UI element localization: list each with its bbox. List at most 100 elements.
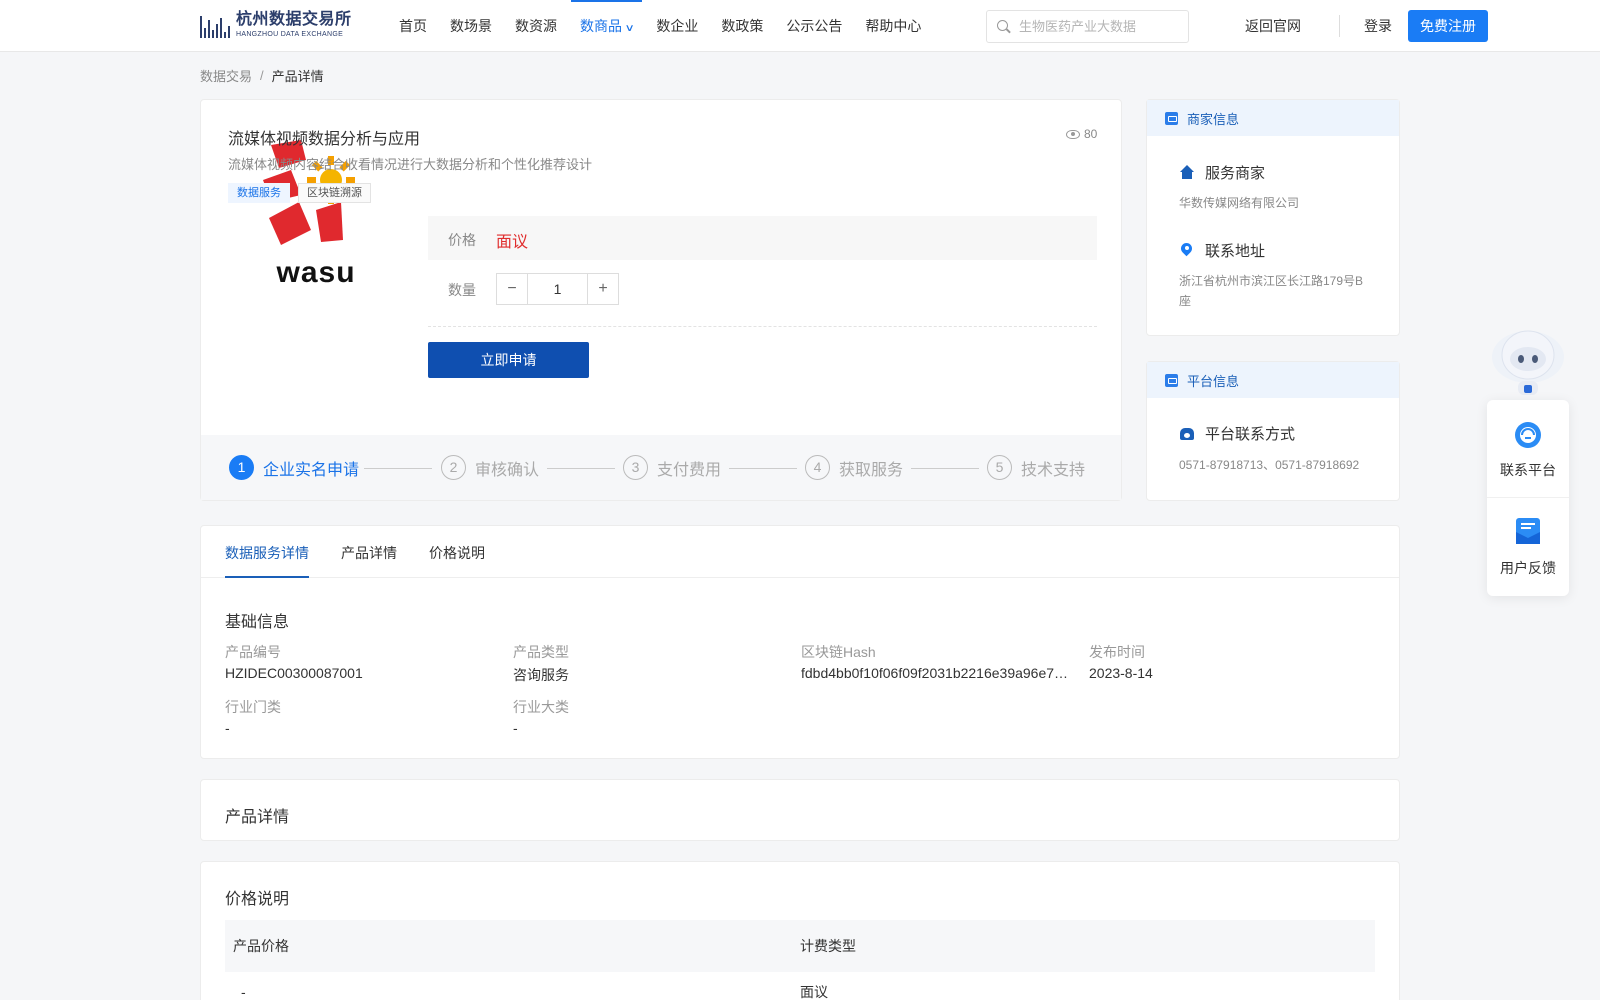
platform-card: 平台信息 平台联系方式 0571-87918713、0571-87918692: [1146, 361, 1400, 501]
nav-item-home[interactable]: 首页: [390, 0, 436, 52]
step-connector: [547, 468, 615, 469]
feedback-icon: [1516, 518, 1540, 544]
tab-data-service-detail[interactable]: 数据服务详情: [225, 543, 309, 578]
platform-icon: [1165, 373, 1178, 387]
step-label: 审核确认: [475, 461, 540, 479]
phone-icon: [1179, 426, 1195, 442]
price-value: 面议: [496, 234, 529, 251]
nav-item-resources[interactable]: 数资源: [506, 0, 566, 52]
info-value: -: [225, 720, 230, 736]
price-table: 产品价格 计费类型 - 面议: [225, 920, 1375, 1000]
merchant-card-header: 商家信息: [1147, 100, 1399, 136]
back-to-site-link[interactable]: 返回官网: [1245, 0, 1301, 52]
view-count-value: 80: [1084, 127, 1098, 141]
step-4: 4 获取服务: [805, 455, 903, 480]
contact-platform-label: 联系平台: [1500, 462, 1556, 478]
info-blockchain-hash: 区块链Hash fdbd4bb0f10f06f09f2031b2216e39a9…: [801, 644, 1071, 681]
info-value: fdbd4bb0f10f06f09f2031b2216e39a96e7a…: [801, 665, 1071, 681]
contact-platform-button[interactable]: 联系平台: [1487, 400, 1569, 498]
info-product-type: 产品类型 咨询服务: [513, 644, 783, 685]
chevron-down-icon: ∨: [624, 23, 635, 34]
shop-icon: [1165, 111, 1178, 125]
increase-button[interactable]: +: [587, 274, 618, 304]
platform-contact-heading: 平台联系方式: [1179, 423, 1295, 444]
breadcrumb-parent[interactable]: 数据交易: [200, 66, 252, 85]
info-industry-major: 行业大类 -: [513, 699, 783, 736]
detail-tabs: 数据服务详情 产品详情 价格说明: [201, 526, 1399, 578]
logo-name: 杭州数据交易所: [236, 11, 352, 28]
tag-data-service: 数据服务: [228, 183, 290, 203]
merchant-card-title: 商家信息: [1187, 111, 1240, 127]
logo-subtitle: HANGZHOU DATA EXCHANGE: [236, 31, 344, 38]
step-connector: [911, 468, 979, 469]
nav-item-products-label: 数商品: [580, 18, 622, 34]
product-title: 流媒体视频数据分析与应用: [228, 131, 421, 148]
nav-item-help[interactable]: 帮助中心: [856, 0, 930, 52]
price-info-title: 价格说明: [225, 891, 290, 908]
product-detail-card: 产品详情: [200, 779, 1400, 841]
info-key: 产品类型: [513, 644, 569, 660]
platform-contact-label: 平台联系方式: [1205, 426, 1296, 443]
table-cell: 面议: [800, 984, 828, 1000]
site-logo[interactable]: 杭州数据交易所 HANGZHOU DATA EXCHANGE: [200, 10, 362, 40]
nav-item-policies[interactable]: 数政策: [712, 0, 772, 52]
user-feedback-button[interactable]: 用户反馈: [1487, 498, 1569, 596]
login-link[interactable]: 登录: [1364, 0, 1392, 52]
quantity-input[interactable]: [528, 274, 587, 304]
service-merchant-heading: 服务商家: [1179, 162, 1265, 183]
address-value: 浙江省杭州市滨江区长江路179号B座: [1179, 274, 1364, 308]
info-key: 行业门类: [225, 699, 281, 715]
price-table-header: 产品价格 计费类型: [225, 920, 1375, 972]
step-3: 3 支付费用: [623, 455, 721, 480]
address-label: 联系地址: [1205, 243, 1266, 260]
search-input[interactable]: [1019, 19, 1179, 34]
step-number: 5: [987, 455, 1012, 480]
divider: [428, 326, 1097, 327]
logo-bars-icon: [200, 12, 230, 38]
platform-card-title: 平台信息: [1187, 373, 1240, 389]
step-connector: [364, 468, 432, 469]
address-heading: 联系地址: [1179, 240, 1265, 261]
step-label: 获取服务: [839, 461, 904, 479]
info-value: 咨询服务: [513, 667, 569, 683]
table-row: - 面议: [225, 972, 1375, 1000]
decrease-button[interactable]: −: [497, 274, 528, 304]
merchant-card: 商家信息 服务商家 华数传媒网络有限公司 联系地址 浙江省杭州市滨江区长江路17…: [1146, 99, 1400, 336]
home-icon: [1179, 164, 1195, 181]
register-button[interactable]: 免费注册: [1408, 10, 1488, 42]
service-merchant-label: 服务商家: [1205, 165, 1266, 182]
quantity-stepper: − +: [496, 273, 619, 305]
step-number: 4: [805, 455, 830, 480]
product-description: 流媒体视频内容结合收看情况进行大数据分析和个性化推荐设计: [228, 157, 593, 172]
info-publish-date: 发布时间 2023-8-14: [1089, 644, 1359, 681]
headset-icon: [1515, 422, 1541, 448]
service-merchant-value: 华数传媒网络有限公司: [1179, 196, 1300, 210]
step-2: 2 审核确认: [441, 455, 539, 480]
process-steps: 1 企业实名申请 2 审核确认 3 支付费用 4 获取服务 5 技术支持: [201, 435, 1121, 500]
tab-price-info[interactable]: 价格说明: [429, 543, 485, 578]
step-number: 1: [229, 455, 254, 480]
nav-item-scenes[interactable]: 数场景: [441, 0, 501, 52]
step-label: 支付费用: [657, 461, 722, 479]
nav-item-announcements[interactable]: 公示公告: [777, 0, 851, 52]
tag-blockchain: 区块链溯源: [298, 183, 371, 203]
price-info-card: 价格说明 产品价格 计费类型 - 面议: [200, 861, 1400, 1000]
platform-contact-value: 0571-87918713、0571-87918692: [1179, 458, 1360, 472]
info-key: 发布时间: [1089, 644, 1145, 660]
nav-item-products[interactable]: 数商品 ∨: [571, 0, 643, 52]
user-feedback-label: 用户反馈: [1500, 560, 1556, 576]
apply-button[interactable]: 立即申请: [428, 342, 589, 378]
assistant-robot-icon[interactable]: [1488, 325, 1568, 400]
info-key: 产品编号: [225, 644, 281, 660]
price-label: 价格: [448, 232, 476, 248]
price-row: 价格 面议: [428, 216, 1097, 260]
header-divider: [1339, 15, 1340, 37]
info-industry-category: 行业门类 -: [225, 699, 495, 736]
column-header: 计费类型: [800, 938, 856, 954]
product-logo-text: wasu: [275, 256, 355, 289]
breadcrumb: 数据交易 / 产品详情: [200, 66, 324, 85]
nav-item-companies[interactable]: 数企业: [647, 0, 707, 52]
floating-panel: 联系平台 用户反馈: [1487, 400, 1569, 596]
tab-product-detail[interactable]: 产品详情: [341, 543, 397, 578]
search-box[interactable]: [986, 10, 1189, 43]
